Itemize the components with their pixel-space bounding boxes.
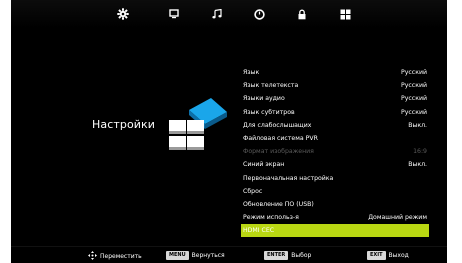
menu-item-value: Домашний режим — [368, 214, 427, 222]
hint-move: Переместить — [88, 251, 142, 262]
menu-item-label: Языки аудио — [243, 95, 285, 103]
menu-item-label: Первоначальная настройка — [243, 174, 334, 182]
menu-item-usage-mode[interactable]: Режим использ-я Домашний режим — [241, 211, 429, 224]
enter-key-icon: ENTER — [264, 251, 289, 260]
menu-item-reset[interactable]: Сброс — [241, 185, 429, 198]
hint-select-label: Выбор — [291, 252, 312, 259]
clock-icon[interactable] — [251, 6, 267, 22]
menu-item-value: Русский — [401, 82, 427, 90]
menu-item-value: Русский — [401, 69, 427, 77]
grid-icon[interactable] — [337, 6, 353, 22]
menu-key-icon: MENU — [166, 251, 189, 260]
menu-item-label: HDMI CEC — [243, 227, 275, 235]
menu-item-aspect-ratio: Формат изображения 16:9 — [241, 145, 429, 158]
hint-exit: EXIT Выход — [367, 251, 409, 260]
menu-item-hdmi-cec[interactable]: HDMI CEC — [241, 224, 429, 238]
menu-item-value: Выкл. — [408, 161, 427, 169]
tv-menu-screen: Настройки Язык Русский Язык телетекста Р… — [11, 0, 447, 263]
lock-icon[interactable] — [294, 6, 310, 22]
menu-item-label: Обновление ПО (USB) — [243, 200, 314, 208]
hint-move-label: Переместить — [100, 253, 142, 260]
menu-item-label: Язык — [243, 69, 260, 77]
settings-cube-icon — [167, 96, 229, 152]
hint-select: ENTER Выбор — [264, 251, 311, 260]
menu-item-label: Язык субтитров — [243, 108, 295, 116]
menu-item-first-time-setup[interactable]: Первоначальная настройка — [241, 172, 429, 185]
menu-item-subtitle-language[interactable]: Язык субтитров Русский — [241, 106, 429, 119]
hint-exit-label: Выход — [388, 252, 409, 259]
menu-item-label: Формат изображения — [243, 148, 314, 156]
hint-back-label: Вернуться — [191, 252, 225, 259]
menu-item-label: Синий экран — [243, 161, 285, 169]
monitor-icon[interactable] — [166, 6, 182, 22]
menu-item-blue-screen[interactable]: Синий экран Выкл. — [241, 158, 429, 171]
menu-item-teletext-language[interactable]: Язык телетекста Русский — [241, 79, 429, 92]
category-title: Настройки — [92, 118, 156, 131]
menu-item-language[interactable]: Язык Русский — [241, 66, 429, 79]
menu-item-label: Для слабослышащих — [243, 121, 312, 129]
top-menu-bar — [11, 0, 447, 28]
menu-item-audio-languages[interactable]: Языки аудио Русский — [241, 92, 429, 105]
exit-key-icon: EXIT — [367, 251, 386, 260]
menu-item-value: Выкл. — [408, 121, 427, 129]
menu-item-label: Язык телетекста — [243, 82, 299, 90]
menu-item-label: Сброс — [243, 187, 263, 195]
menu-item-value: Русский — [401, 95, 427, 103]
menu-item-label: Файловая система PVR — [243, 135, 318, 143]
dpad-icon — [88, 251, 97, 262]
menu-item-value: 16:9 — [413, 148, 427, 156]
menu-item-software-update-usb[interactable]: Обновление ПО (USB) — [241, 198, 429, 211]
menu-item-pvr-file-system[interactable]: Файловая система PVR — [241, 132, 429, 145]
bottom-hint-bar: Переместить MENU Вернуться ENTER Выбор E… — [11, 246, 447, 263]
music-note-icon[interactable] — [209, 6, 225, 22]
settings-menu-list: Язык Русский Язык телетекста Русский Язы… — [241, 66, 429, 238]
picture-gear-icon[interactable] — [115, 6, 131, 22]
screen-frame: Настройки Язык Русский Язык телетекста Р… — [0, 0, 462, 263]
hint-back: MENU Вернуться — [166, 251, 225, 260]
menu-item-value: Русский — [401, 108, 427, 116]
menu-item-label: Режим использ-я — [243, 214, 299, 222]
menu-item-hearing-impaired[interactable]: Для слабослышащих Выкл. — [241, 119, 429, 132]
